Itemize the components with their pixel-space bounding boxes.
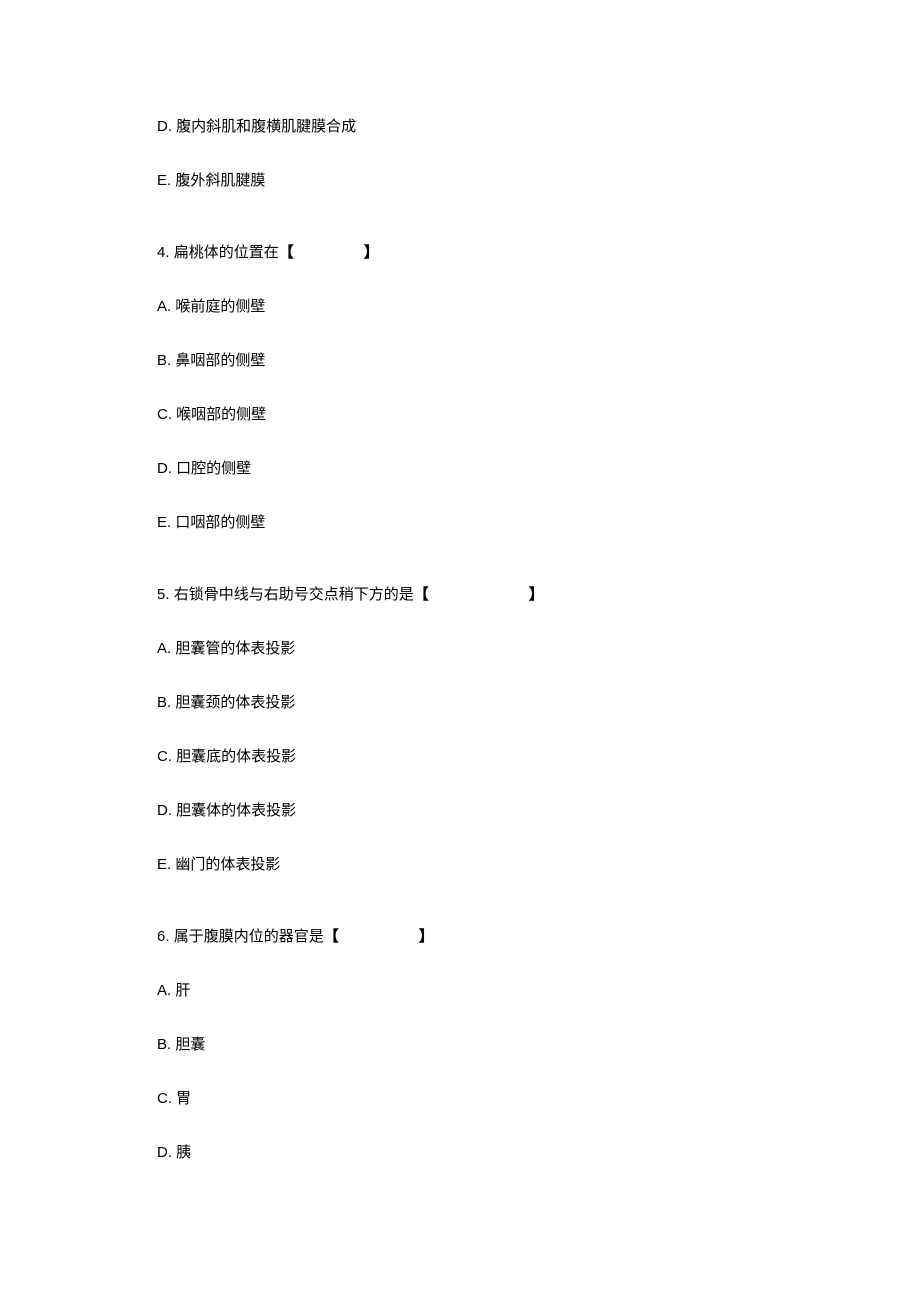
option-text: 胆囊体的体表投影 <box>176 802 296 819</box>
option-letter: B. <box>157 694 171 711</box>
question-text: 右锁骨中线与右助号交点稍下方的是 <box>174 586 414 603</box>
option-letter: E. <box>157 172 171 189</box>
option-letter: D. <box>157 1144 172 1161</box>
option-letter: C. <box>157 748 172 765</box>
bracket-open-icon: 【 <box>279 244 294 261</box>
option-text: 口腔的侧壁 <box>176 460 251 477</box>
spacer <box>157 224 860 242</box>
option-text: 肝 <box>175 982 190 999</box>
answer-option: A. 喉前庭的侧壁 <box>157 296 860 317</box>
bracket-close-icon: 】 <box>364 244 379 261</box>
bracket-close-icon: 】 <box>529 586 544 603</box>
answer-option: D. 腹内斜肌和腹横肌腱膜合成 <box>157 116 860 137</box>
answer-option: A. 肝 <box>157 980 860 1001</box>
option-letter: D. <box>157 802 172 819</box>
option-text: 腹内斜肌和腹横肌腱膜合成 <box>176 118 356 135</box>
option-letter: E. <box>157 514 171 531</box>
option-letter: A. <box>157 640 171 657</box>
option-letter: A. <box>157 982 171 999</box>
question-number: 4. <box>157 244 170 261</box>
option-text: 胰 <box>176 1144 191 1161</box>
answer-option: C. 胆囊底的体表投影 <box>157 746 860 767</box>
question-stem: 4. 扁桃体的位置在【 】 <box>157 242 860 263</box>
bracket-close-icon: 】 <box>419 928 434 945</box>
option-text: 胆囊底的体表投影 <box>176 748 296 765</box>
answer-option: A. 胆囊管的体表投影 <box>157 638 860 659</box>
option-text: 鼻咽部的侧壁 <box>175 352 265 369</box>
option-text: 胆囊颈的体表投影 <box>175 694 295 711</box>
option-letter: C. <box>157 1090 172 1107</box>
answer-option: C. 喉咽部的侧壁 <box>157 404 860 425</box>
question-stem: 6. 属于腹膜内位的器官是【 】 <box>157 926 860 947</box>
question-text: 扁桃体的位置在 <box>174 244 279 261</box>
answer-option: E. 幽门的体表投影 <box>157 854 860 875</box>
option-text: 幽门的体表投影 <box>175 856 280 873</box>
option-letter: A. <box>157 298 171 315</box>
answer-option: B. 胆囊 <box>157 1034 860 1055</box>
option-text: 喉咽部的侧壁 <box>176 406 266 423</box>
spacer <box>157 908 860 926</box>
option-letter: B. <box>157 352 171 369</box>
question-stem: 5. 右锁骨中线与右助号交点稍下方的是【 】 <box>157 584 860 605</box>
question-text: 属于腹膜内位的器官是 <box>174 928 324 945</box>
bracket-open-icon: 【 <box>324 928 339 945</box>
document-page: D. 腹内斜肌和腹横肌腱膜合成E. 腹外斜肌腱膜4. 扁桃体的位置在【】A. 喉… <box>0 0 920 1256</box>
answer-option: D. 胆囊体的体表投影 <box>157 800 860 821</box>
answer-option: C. 胃 <box>157 1088 860 1109</box>
answer-option: B. 胆囊颈的体表投影 <box>157 692 860 713</box>
option-text: 胃 <box>176 1090 191 1107</box>
option-letter: C. <box>157 406 172 423</box>
option-text: 喉前庭的侧壁 <box>175 298 265 315</box>
answer-option: E. 口咽部的侧壁 <box>157 512 860 533</box>
option-text: 口咽部的侧壁 <box>175 514 265 531</box>
option-letter: E. <box>157 856 171 873</box>
option-text: 腹外斜肌腱膜 <box>175 172 265 189</box>
option-letter: D. <box>157 118 172 135</box>
spacer <box>157 566 860 584</box>
answer-option: E. 腹外斜肌腱膜 <box>157 170 860 191</box>
option-text: 胆囊管的体表投影 <box>175 640 295 657</box>
option-text: 胆囊 <box>175 1036 205 1053</box>
answer-option: B. 鼻咽部的侧壁 <box>157 350 860 371</box>
question-number: 6. <box>157 928 170 945</box>
question-number: 5. <box>157 586 170 603</box>
answer-option: D. 胰 <box>157 1142 860 1163</box>
option-letter: D. <box>157 460 172 477</box>
bracket-open-icon: 【 <box>414 586 429 603</box>
answer-option: D. 口腔的侧壁 <box>157 458 860 479</box>
option-letter: B. <box>157 1036 171 1053</box>
